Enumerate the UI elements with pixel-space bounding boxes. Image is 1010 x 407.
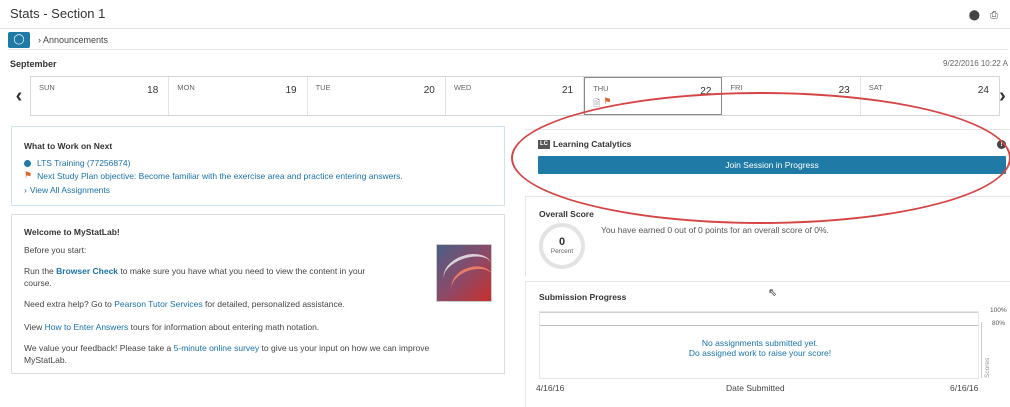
- header-divider: [0, 28, 1010, 29]
- print-icon[interactable]: ⎙: [990, 10, 998, 21]
- submission-progress-title: Submission Progress: [539, 292, 627, 302]
- current-datetime: 9/22/2016 10:22 A: [943, 59, 1008, 68]
- browser-check-text: Run the Browser Check to make sure you h…: [24, 266, 366, 288]
- day-name: TUE: [315, 83, 331, 92]
- x-axis-title: Date Submitted: [726, 383, 785, 393]
- calendar-next-button[interactable]: ›: [995, 76, 1010, 116]
- browser-check-link[interactable]: Browser Check: [56, 266, 118, 276]
- calendar-day-thu-today[interactable]: THU 22 🗎 ⚑: [584, 77, 723, 115]
- study-plan-link[interactable]: Next Study Plan objective: Become famili…: [37, 171, 403, 181]
- announcements-toggle-button[interactable]: ◯: [8, 31, 30, 48]
- tutor-services-link[interactable]: Pearson Tutor Services: [114, 299, 202, 309]
- calendar-month: September: [10, 59, 57, 69]
- day-date: 18: [147, 85, 159, 96]
- y-tick-80: 80%: [992, 320, 1006, 327]
- day-date: 20: [423, 85, 435, 96]
- y-axis-title: Scores: [984, 357, 991, 378]
- page-title: Stats - Section 1: [10, 6, 106, 21]
- what-to-work-on-panel: What to Work on Next LTS Training (77256…: [11, 126, 505, 206]
- score-value: 0: [558, 236, 566, 248]
- x-axis-start: 4/16/16: [536, 383, 565, 393]
- calendar-day-sun[interactable]: SUN 18: [31, 77, 170, 115]
- view-all-item[interactable]: › View All Assignments: [24, 185, 110, 195]
- day-date: 22: [700, 86, 712, 97]
- enter-answers-link[interactable]: How to Enter Answers: [45, 322, 129, 332]
- gridline-80: [540, 325, 978, 326]
- pin-icon: ⚑: [24, 170, 33, 180]
- assignment-item[interactable]: LTS Training (77256874): [24, 158, 130, 168]
- gridline-100: [540, 312, 978, 313]
- day-name: FRI: [730, 83, 743, 92]
- day-date: 19: [285, 85, 297, 96]
- assignment-link[interactable]: LTS Training (77256874): [37, 158, 130, 168]
- day-date: 21: [562, 85, 574, 96]
- day-date: 24: [977, 85, 989, 96]
- calendar-day-tue[interactable]: TUE 20: [308, 77, 446, 115]
- overall-score-title: Overall Score: [539, 209, 594, 219]
- view-all-assignments-link[interactable]: View All Assignments: [30, 185, 110, 195]
- welcome-before: Before you start:: [24, 245, 87, 255]
- announcements-link[interactable]: › Announcements: [38, 35, 108, 45]
- announcements-bar: ◯ › Announcements: [8, 30, 1008, 50]
- day-name: MON: [177, 83, 195, 92]
- submission-progress-panel: Submission Progress No assignments submi…: [525, 281, 1010, 407]
- header-icons: ⬤ ⎙: [969, 10, 998, 21]
- document-icon[interactable]: 🗎: [593, 96, 600, 112]
- study-plan-item[interactable]: ⚑ Next Study Plan objective: Become fami…: [24, 170, 403, 181]
- join-session-button[interactable]: Join Session in Progress: [538, 156, 1006, 174]
- learning-catalytics-logo: LC: [538, 140, 550, 149]
- survey-text: We value your feedback! Please take a 5-…: [24, 343, 430, 365]
- pin-icon[interactable]: ⚑: [603, 96, 611, 112]
- calendar-prev-button[interactable]: ‹: [8, 76, 30, 116]
- score-unit: Percent: [550, 248, 574, 255]
- enter-answers-text: View How to Enter Answers tours for info…: [24, 322, 320, 332]
- welcome-title: Welcome to MyStatLab!: [24, 227, 120, 237]
- overall-score-panel: Overall Score 0 Percent You have earned …: [525, 196, 1010, 276]
- day-date: 23: [838, 85, 850, 96]
- info-icon[interactable]: ⬤: [969, 10, 980, 21]
- score-summary: You have earned 0 out of 0 points for an…: [601, 225, 829, 235]
- calendar-day-wed[interactable]: WED 21: [446, 77, 585, 115]
- chart-empty-message: No assignments submitted yet. Do assigne…: [688, 338, 832, 358]
- day-name: THU: [593, 84, 609, 93]
- chevron-right-icon: ›: [999, 84, 1006, 107]
- speech-bubble-icon: ◯: [13, 34, 25, 45]
- calendar-week: SUN 18 MON 19 TUE 20 WED 21 THU 22 🗎 ⚑ F…: [30, 76, 1000, 116]
- day-name: WED: [453, 83, 472, 92]
- survey-link[interactable]: 5-minute online survey: [174, 343, 260, 353]
- info-icon[interactable]: !: [997, 140, 1006, 149]
- welcome-panel: Welcome to MyStatLab! Before you start: …: [11, 214, 505, 374]
- x-axis-end: 6/16/16: [950, 383, 979, 393]
- day-events: 🗎 ⚑: [593, 96, 611, 112]
- submission-chart: No assignments submitted yet. Do assigne…: [539, 311, 979, 379]
- calendar-day-mon[interactable]: MON 19: [169, 77, 308, 115]
- day-name: SUN: [39, 83, 55, 92]
- day-name: SAT: [868, 83, 883, 92]
- chevron-left-icon: ‹: [15, 84, 23, 107]
- what-to-work-on-title: What to Work on Next: [24, 141, 113, 151]
- chevron-right-icon: ›: [24, 185, 27, 195]
- calendar-day-fri[interactable]: FRI 23: [722, 77, 861, 115]
- welcome-thumbnail-image[interactable]: [436, 244, 492, 302]
- mouse-cursor-icon: ⇖: [768, 287, 778, 299]
- learning-catalytics-panel: LC Learning Catalytics ! Join Session in…: [525, 129, 1010, 189]
- y-tick-100: 100%: [990, 307, 1007, 314]
- learning-catalytics-title: Learning Catalytics: [553, 139, 632, 149]
- calendar-day-sat[interactable]: SAT 24: [861, 77, 999, 115]
- assignment-icon: [24, 159, 31, 167]
- score-gauge: 0 Percent: [539, 223, 585, 269]
- tutor-services-text: Need extra help? Go to Pearson Tutor Ser…: [24, 299, 345, 309]
